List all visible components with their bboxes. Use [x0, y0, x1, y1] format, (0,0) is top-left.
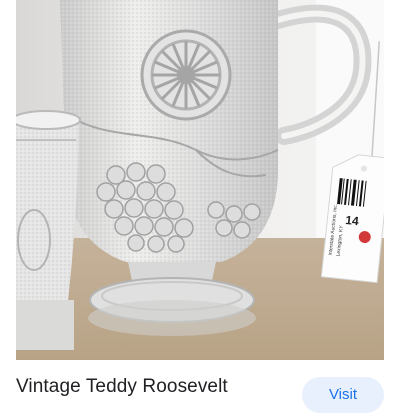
tag-lot-number: 14: [345, 213, 360, 228]
pitcher-photo: 14 Interstate Auctions, Inc. Lexington, …: [16, 0, 384, 360]
visit-button-label: Visit: [328, 386, 358, 403]
product-title[interactable]: Vintage Teddy Roosevelt: [16, 376, 228, 398]
result-image[interactable]: 14 Interstate Auctions, Inc. Lexington, …: [16, 0, 384, 360]
visit-button[interactable]: Visit: [302, 377, 384, 413]
result-info-bar: Vintage Teddy Roosevelt Visit: [0, 360, 400, 413]
